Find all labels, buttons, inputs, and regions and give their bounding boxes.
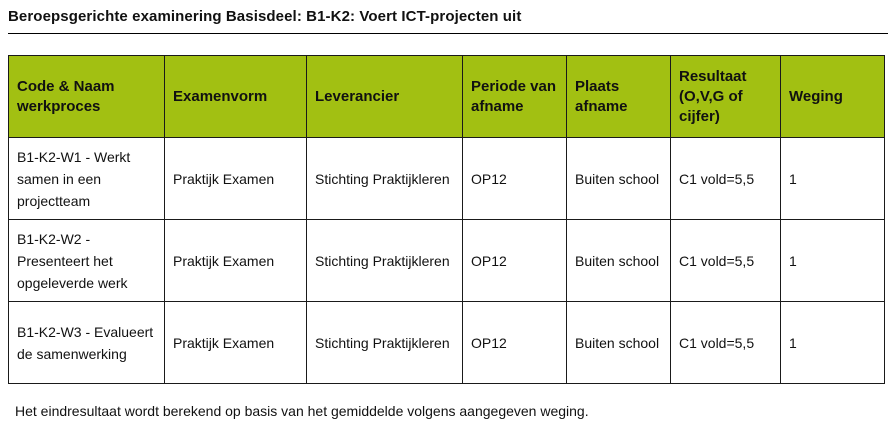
cell-plaats: Buiten school bbox=[566, 137, 671, 220]
cell-werkproces: B1-K2-W2 - Presenteert het opgeleverde w… bbox=[8, 219, 165, 302]
header-periode: Periode van afname bbox=[462, 55, 567, 138]
header-leverancier: Leverancier bbox=[306, 55, 463, 138]
cell-weging: 1 bbox=[780, 137, 885, 220]
cell-resultaat: C1 vold=5,5 bbox=[670, 301, 781, 384]
header-resultaat: Resultaat (O,V,G of cijfer) bbox=[670, 55, 781, 138]
header-examenvorm: Examenvorm bbox=[164, 55, 307, 138]
cell-werkproces: B1-K2-W1 - Werkt samen in een projecttea… bbox=[8, 137, 165, 220]
cell-leverancier: Stichting Praktijkleren bbox=[306, 301, 463, 384]
cell-leverancier: Stichting Praktijkleren bbox=[306, 137, 463, 220]
cell-periode: OP12 bbox=[462, 137, 567, 220]
cell-leverancier: Stichting Praktijkleren bbox=[306, 219, 463, 302]
table-row: B1-K2-W1 - Werkt samen in een projecttea… bbox=[8, 137, 885, 220]
cell-resultaat: C1 vold=5,5 bbox=[670, 219, 781, 302]
table-header-row: Code & Naam werkproces Examenvorm Levera… bbox=[8, 55, 885, 138]
cell-weging: 1 bbox=[780, 301, 885, 384]
table-row: B1-K2-W2 - Presenteert het opgeleverde w… bbox=[8, 219, 885, 302]
header-weging: Weging bbox=[780, 55, 885, 138]
cell-resultaat: C1 vold=5,5 bbox=[670, 137, 781, 220]
cell-periode: OP12 bbox=[462, 219, 567, 302]
footer-note: Het eindresultaat wordt berekend op basi… bbox=[15, 403, 589, 419]
cell-plaats: Buiten school bbox=[566, 219, 671, 302]
cell-examenvorm: Praktijk Examen bbox=[164, 137, 307, 220]
cell-werkproces: B1-K2-W3 - Evalueert de samenwerking bbox=[8, 301, 165, 384]
cell-periode: OP12 bbox=[462, 301, 567, 384]
title-divider bbox=[8, 33, 888, 34]
table-row: B1-K2-W3 - Evalueert de samenwerking Pra… bbox=[8, 301, 885, 384]
cell-weging: 1 bbox=[780, 219, 885, 302]
exam-table: Code & Naam werkproces Examenvorm Levera… bbox=[8, 55, 885, 384]
cell-plaats: Buiten school bbox=[566, 301, 671, 384]
header-plaats: Plaats afname bbox=[566, 55, 671, 138]
cell-examenvorm: Praktijk Examen bbox=[164, 301, 307, 384]
header-code-naam: Code & Naam werkproces bbox=[8, 55, 165, 138]
cell-examenvorm: Praktijk Examen bbox=[164, 219, 307, 302]
page-title: Beroepsgerichte examinering Basisdeel: B… bbox=[8, 8, 522, 25]
